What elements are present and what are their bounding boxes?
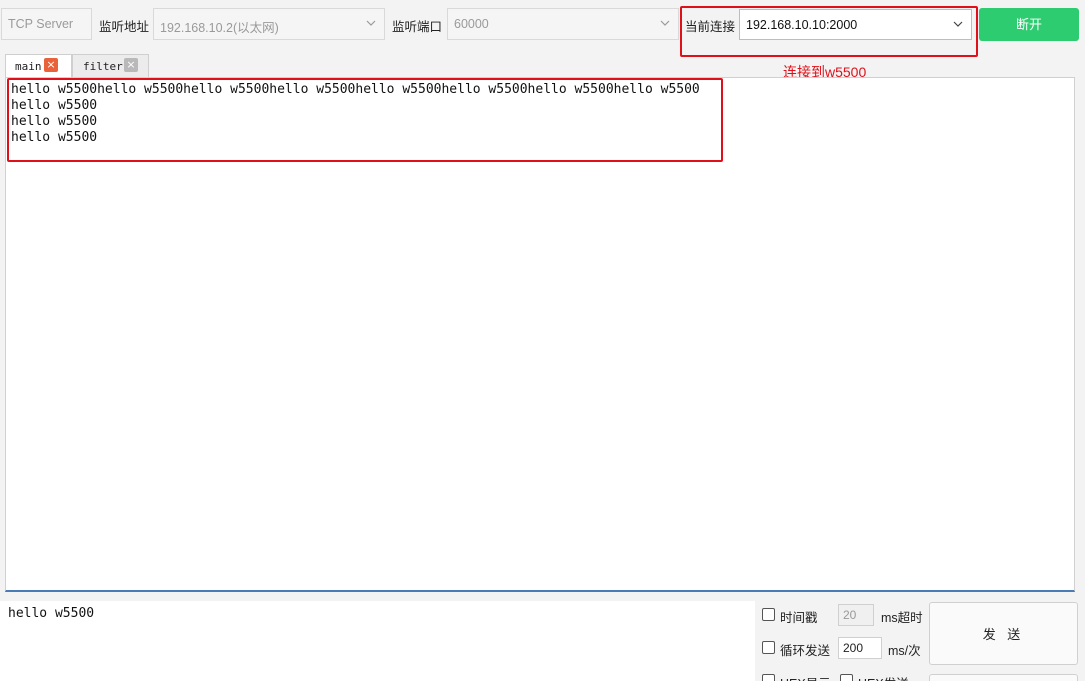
- timeout-input[interactable]: 20: [838, 604, 874, 626]
- listen-port-label: 监听端口: [392, 20, 443, 34]
- loop-interval-input[interactable]: 200: [838, 637, 882, 659]
- loop-interval-unit: ms/次: [888, 644, 921, 658]
- listen-addr-value: 192.168.10.2(以太网): [160, 21, 279, 35]
- timestamp-label: 时间戳: [780, 611, 818, 625]
- secondary-button[interactable]: [929, 674, 1078, 681]
- protocol-value: TCP Server: [8, 17, 74, 31]
- listen-addr-select[interactable]: 192.168.10.2(以太网): [153, 8, 385, 40]
- timestamp-checkbox[interactable]: [762, 608, 775, 621]
- tab-filter-label: filter: [83, 60, 123, 73]
- listen-addr-label: 监听地址: [99, 20, 150, 34]
- connection-highlight-box: [680, 6, 978, 57]
- loop-send-checkbox[interactable]: [762, 641, 775, 654]
- tab-main[interactable]: main ×: [5, 54, 72, 77]
- tab-filter[interactable]: filter ×: [72, 54, 149, 77]
- listen-port-value: 60000: [454, 17, 489, 31]
- timeout-unit: ms超时: [881, 611, 923, 625]
- hex-display-checkbox[interactable]: [762, 674, 775, 681]
- send-button[interactable]: 发 送: [929, 602, 1078, 665]
- disconnect-button[interactable]: 断开: [979, 8, 1079, 41]
- protocol-select[interactable]: TCP Server: [1, 8, 92, 40]
- hex-display-label: HEX显示: [780, 673, 831, 681]
- send-input[interactable]: hello w5500: [0, 601, 755, 681]
- chevron-down-icon: [660, 20, 670, 26]
- close-icon[interactable]: ×: [124, 58, 138, 72]
- close-icon[interactable]: ×: [44, 58, 58, 72]
- hex-send-label: HEX发送: [858, 673, 909, 681]
- hex-send-checkbox[interactable]: [840, 674, 853, 681]
- received-data-highlight-box: [7, 78, 723, 162]
- chevron-down-icon: [366, 20, 376, 26]
- listen-port-select[interactable]: 60000: [447, 8, 679, 40]
- loop-send-label: 循环发送: [780, 644, 831, 658]
- tab-main-label: main: [15, 60, 42, 73]
